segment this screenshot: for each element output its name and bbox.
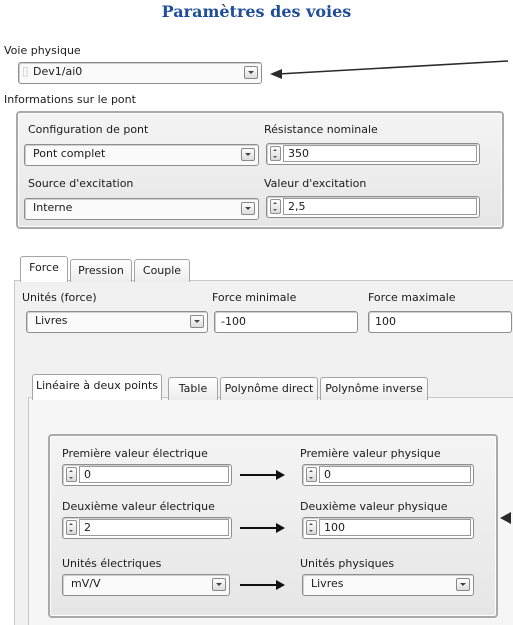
elec-units-select[interactable]: mV/V <box>62 574 230 596</box>
arrow-line <box>240 527 278 529</box>
nominal-resistance-value: 350 <box>288 147 309 160</box>
tab-couple[interactable]: Couple <box>134 259 190 282</box>
second-elec-input[interactable]: 2 <box>62 517 232 539</box>
second-elec-value: 2 <box>84 521 91 534</box>
force-min-input[interactable]: -100 <box>214 311 358 333</box>
excitation-value-value: 2,5 <box>288 200 306 213</box>
second-phys-label: Deuxième valeur physique <box>300 500 448 513</box>
first-phys-label: Première valeur physique <box>300 447 441 460</box>
first-phys-input[interactable]: 0 <box>302 464 474 486</box>
bridge-config-value: Pont complet <box>33 147 106 160</box>
excitation-source-select[interactable]: Interne <box>24 198 259 220</box>
up-down-spinner-icon[interactable] <box>270 199 281 214</box>
first-elec-value: 0 <box>84 468 91 481</box>
tab-table[interactable]: Table <box>168 377 218 400</box>
chevron-down-icon[interactable] <box>244 66 258 79</box>
up-down-spinner-icon[interactable] <box>306 467 317 482</box>
right-arrow-icon <box>276 580 285 590</box>
phys-units-value: Livres <box>311 577 344 590</box>
phys-units-label: Unités physiques <box>300 557 395 570</box>
left-arrow-icon <box>500 512 511 524</box>
excitation-value-input[interactable]: 2,5 <box>266 196 480 218</box>
tab-linear-two-point[interactable]: Linéaire à deux points <box>32 374 162 400</box>
bridge-config-label: Configuration de pont <box>28 123 149 136</box>
force-units-select[interactable]: Livres <box>26 311 208 333</box>
chevron-down-icon[interactable] <box>456 578 470 591</box>
up-down-spinner-icon[interactable] <box>270 146 281 161</box>
second-phys-value: 100 <box>324 521 345 534</box>
physical-channel-value: Dev1/ai0 <box>33 65 83 78</box>
force-min-value: -100 <box>221 315 246 328</box>
elec-units-value: mV/V <box>71 577 101 590</box>
physical-channel-select[interactable]: ▯ Dev1/ai0 <box>18 62 262 84</box>
force-max-input[interactable]: 100 <box>368 311 512 333</box>
channel-ghost-icon: ▯ <box>22 64 29 78</box>
force-units-label: Unités (force) <box>22 291 97 304</box>
page-title: Paramètres des voies <box>161 2 352 21</box>
left-arrow-icon <box>270 60 509 79</box>
bridge-config-select[interactable]: Pont complet <box>24 144 259 166</box>
tab-pression[interactable]: Pression <box>70 259 132 282</box>
force-units-value: Livres <box>35 314 68 327</box>
chevron-down-icon[interactable] <box>212 578 226 591</box>
elec-units-label: Unités électriques <box>62 557 162 570</box>
tab-force[interactable]: Force <box>20 256 68 282</box>
tab-polynome-direct[interactable]: Polynôme direct <box>220 377 318 400</box>
chevron-down-icon[interactable] <box>241 148 255 161</box>
nominal-resistance-label: Résistance nominale <box>264 123 378 136</box>
right-arrow-icon <box>276 470 285 480</box>
tab-polynome-inverse[interactable]: Polynôme inverse <box>320 377 428 400</box>
force-min-label: Force minimale <box>212 291 297 304</box>
up-down-spinner-icon[interactable] <box>306 520 317 535</box>
second-phys-input[interactable]: 100 <box>302 517 474 539</box>
second-elec-label: Deuxième valeur électrique <box>62 500 215 513</box>
phys-units-select[interactable]: Livres <box>302 574 474 596</box>
up-down-spinner-icon[interactable] <box>66 520 77 535</box>
up-down-spinner-icon[interactable] <box>66 467 77 482</box>
force-max-value: 100 <box>375 315 396 328</box>
first-elec-label: Première valeur électrique <box>62 447 208 460</box>
arrow-line <box>240 474 278 476</box>
physical-channel-label: Voie physique <box>4 44 81 57</box>
first-elec-input[interactable]: 0 <box>62 464 232 486</box>
excitation-source-value: Interne <box>33 201 73 214</box>
nominal-resistance-input[interactable]: 350 <box>266 143 480 165</box>
bridge-section-label: Informations sur le pont <box>4 93 136 106</box>
first-phys-value: 0 <box>324 468 331 481</box>
arrow-line <box>240 584 278 586</box>
chevron-down-icon[interactable] <box>241 202 255 215</box>
excitation-value-label: Valeur d'excitation <box>264 177 367 190</box>
right-arrow-icon <box>276 523 285 533</box>
chevron-down-icon[interactable] <box>190 315 204 328</box>
force-max-label: Force maximale <box>368 291 456 304</box>
excitation-source-label: Source d'excitation <box>28 177 134 190</box>
